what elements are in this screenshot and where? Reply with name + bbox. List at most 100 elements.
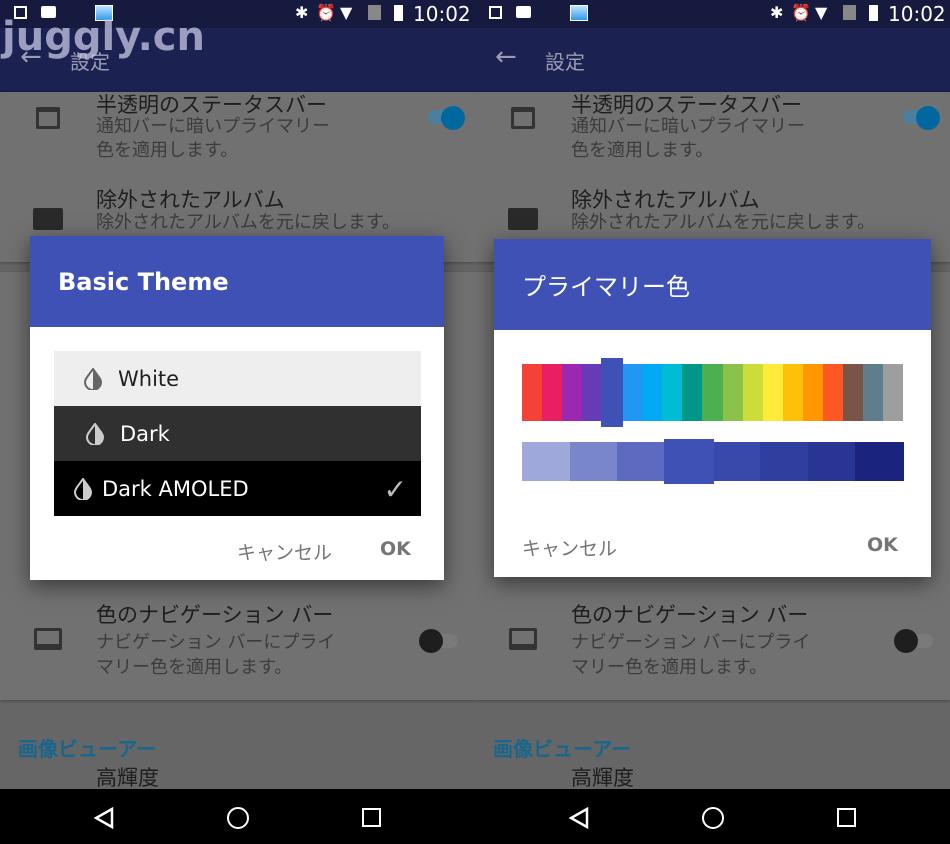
setting-sub: ナビゲーション バーにプライ [571, 632, 811, 653]
theme-drop-icon [74, 477, 92, 500]
clock: 10:02 [413, 2, 471, 26]
color-swatch[interactable] [807, 442, 856, 481]
color-swatch[interactable] [712, 442, 761, 481]
navigation-bar [0, 789, 475, 844]
color-swatch[interactable] [722, 364, 744, 421]
navigation-bar [475, 789, 950, 844]
color-swatch[interactable] [882, 364, 904, 421]
color-swatch-selected[interactable] [663, 439, 714, 484]
back-triangle-icon[interactable] [569, 807, 589, 829]
color-swatch[interactable] [762, 364, 784, 421]
status-bar: ✱ ⏰ ▼ 10:02 [475, 0, 950, 28]
color-swatch[interactable] [569, 442, 618, 481]
setting-title: 高輝度 [96, 766, 159, 790]
color-swatch[interactable] [760, 442, 809, 481]
toolbar-title: 設定 [545, 50, 585, 74]
check-icon: ✓ [383, 473, 407, 506]
setting-title: 高輝度 [571, 766, 634, 790]
shade-color-picker[interactable] [522, 439, 904, 484]
message-icon [516, 6, 531, 18]
watermark: juggly.cn [2, 14, 205, 60]
toggle-thumb[interactable] [894, 629, 918, 653]
setting-sub: 除外されたアルバムを元に戻します。 [96, 212, 401, 233]
setting-sub: ナビゲーション バーにプライ [96, 632, 336, 653]
no-sim-icon [843, 5, 856, 20]
ok-button[interactable]: OK [380, 538, 411, 560]
recents-square-icon[interactable] [362, 808, 381, 827]
toggle-thumb[interactable] [441, 106, 465, 130]
color-swatch[interactable] [682, 364, 703, 421]
color-swatch[interactable] [842, 364, 864, 421]
settings-card: 半透明のステータスバー 通知バーに暗いプライマリー 色を適用します。 除外された… [475, 92, 950, 262]
setting-sub: 色を適用します。 [96, 140, 239, 161]
battery-icon [869, 5, 878, 21]
window-icon [511, 107, 535, 129]
window-icon [36, 107, 60, 129]
color-swatch[interactable] [662, 364, 683, 421]
toggle-thumb[interactable] [916, 106, 940, 130]
setting-sub: 通知バーに暗いプライマリー [571, 116, 805, 137]
nav-bar-icon [509, 628, 537, 650]
color-swatch[interactable] [562, 364, 583, 421]
color-swatch[interactable] [582, 364, 603, 421]
no-sim-icon [368, 5, 381, 20]
image-icon [489, 6, 502, 19]
theme-drop-icon [84, 367, 102, 390]
color-swatch-selected[interactable] [601, 358, 624, 427]
clock: 10:02 [888, 2, 946, 26]
dialog-title: プライマリー色 [494, 239, 931, 330]
color-swatch[interactable] [822, 364, 844, 421]
bluetooth-icon: ✱ [770, 3, 784, 22]
toolbar: ← 設定 [475, 28, 950, 92]
theme-option-dark-amoled[interactable]: Dark AMOLED ✓ [54, 461, 421, 516]
primary-color-picker[interactable] [522, 358, 904, 427]
color-swatch[interactable] [862, 364, 884, 421]
alarm-icon: ⏰ [316, 3, 336, 22]
arrow-left-icon[interactable]: ← [495, 42, 517, 72]
color-swatch[interactable] [642, 364, 663, 421]
recents-square-icon[interactable] [837, 808, 856, 827]
back-triangle-icon[interactable] [94, 807, 114, 829]
toggle-thumb[interactable] [419, 629, 443, 653]
app-icon [570, 5, 588, 21]
bluetooth-icon: ✱ [295, 3, 309, 22]
option-label: Dark AMOLED [102, 476, 249, 501]
color-swatch[interactable] [855, 442, 904, 481]
color-swatch[interactable] [622, 364, 643, 421]
theme-drop-icon [86, 422, 104, 445]
home-circle-icon[interactable] [702, 807, 724, 829]
color-dialog: プライマリー色 キャンセル OK [494, 239, 931, 577]
option-label: White [118, 366, 180, 391]
color-swatch[interactable] [542, 364, 563, 421]
option-label: Dark [120, 421, 170, 446]
cancel-button[interactable]: キャンセル [522, 534, 617, 561]
wifi-icon: ▼ [340, 3, 353, 22]
folder-icon [508, 208, 538, 230]
cancel-button[interactable]: キャンセル [237, 538, 332, 565]
wifi-icon: ▼ [815, 3, 828, 22]
setting-sub: 色を適用します。 [571, 140, 714, 161]
setting-sub: マリー色を適用します。 [571, 657, 768, 678]
theme-option-dark[interactable]: Dark [54, 406, 421, 461]
section-header: 画像ビューアー [18, 737, 156, 761]
dialog-title: Basic Theme [30, 236, 444, 327]
nav-bar-icon [34, 628, 62, 650]
phone-right: ✱ ⏰ ▼ 10:02 ← 設定 半透明のステータスバー 通知バーに暗いプライマ… [475, 0, 950, 844]
ok-button[interactable]: OK [867, 534, 898, 556]
color-swatch[interactable] [802, 364, 824, 421]
setting-title: 色のナビゲーション バー [96, 603, 334, 627]
phone-left: ✱ ⏰ ▼ 10:02 ← 設定 半透明のステータスバー 通知バーに暗いプライマ… [0, 0, 475, 844]
home-circle-icon[interactable] [227, 807, 249, 829]
color-swatch[interactable] [782, 364, 804, 421]
color-swatch[interactable] [522, 442, 571, 481]
theme-dialog: Basic Theme White Dark Dark AMOLED ✓ キャン… [30, 236, 444, 580]
setting-sub: マリー色を適用します。 [96, 657, 293, 678]
folder-icon [33, 208, 63, 230]
color-swatch[interactable] [522, 364, 543, 421]
color-swatch[interactable] [702, 364, 724, 421]
battery-icon [394, 5, 403, 21]
setting-title: 色のナビゲーション バー [571, 603, 809, 627]
color-swatch[interactable] [742, 364, 764, 421]
color-swatch[interactable] [617, 442, 666, 481]
theme-option-white[interactable]: White [54, 351, 421, 406]
